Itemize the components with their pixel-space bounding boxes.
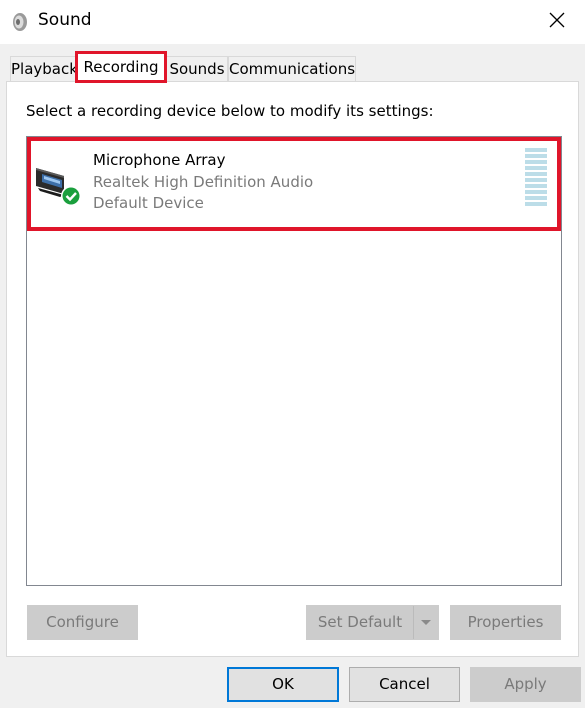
tab-sounds[interactable]: Sounds (166, 56, 228, 81)
configure-button[interactable]: Configure (27, 605, 138, 640)
apply-button[interactable]: Apply (470, 667, 581, 702)
properties-button[interactable]: Properties (450, 605, 561, 640)
tab-highlight-box (75, 51, 167, 83)
ok-button[interactable]: OK (227, 667, 339, 702)
device-list[interactable]: Microphone Array Realtek High Definition… (26, 136, 562, 586)
speaker-icon (11, 11, 29, 33)
set-default-button[interactable]: Set Default (307, 606, 413, 639)
cancel-button[interactable]: Cancel (349, 667, 460, 702)
set-default-split-button[interactable]: Set Default (306, 605, 439, 640)
device-highlight-box (27, 137, 561, 231)
close-icon (549, 12, 565, 32)
title-bar: Sound (0, 0, 585, 44)
window-title: Sound (38, 10, 92, 30)
instruction-text: Select a recording device below to modif… (26, 102, 434, 120)
tab-playback[interactable]: Playback (10, 56, 78, 81)
tab-communications[interactable]: Communications (228, 56, 356, 81)
chevron-down-icon[interactable] (413, 606, 438, 639)
close-button[interactable] (540, 6, 574, 38)
